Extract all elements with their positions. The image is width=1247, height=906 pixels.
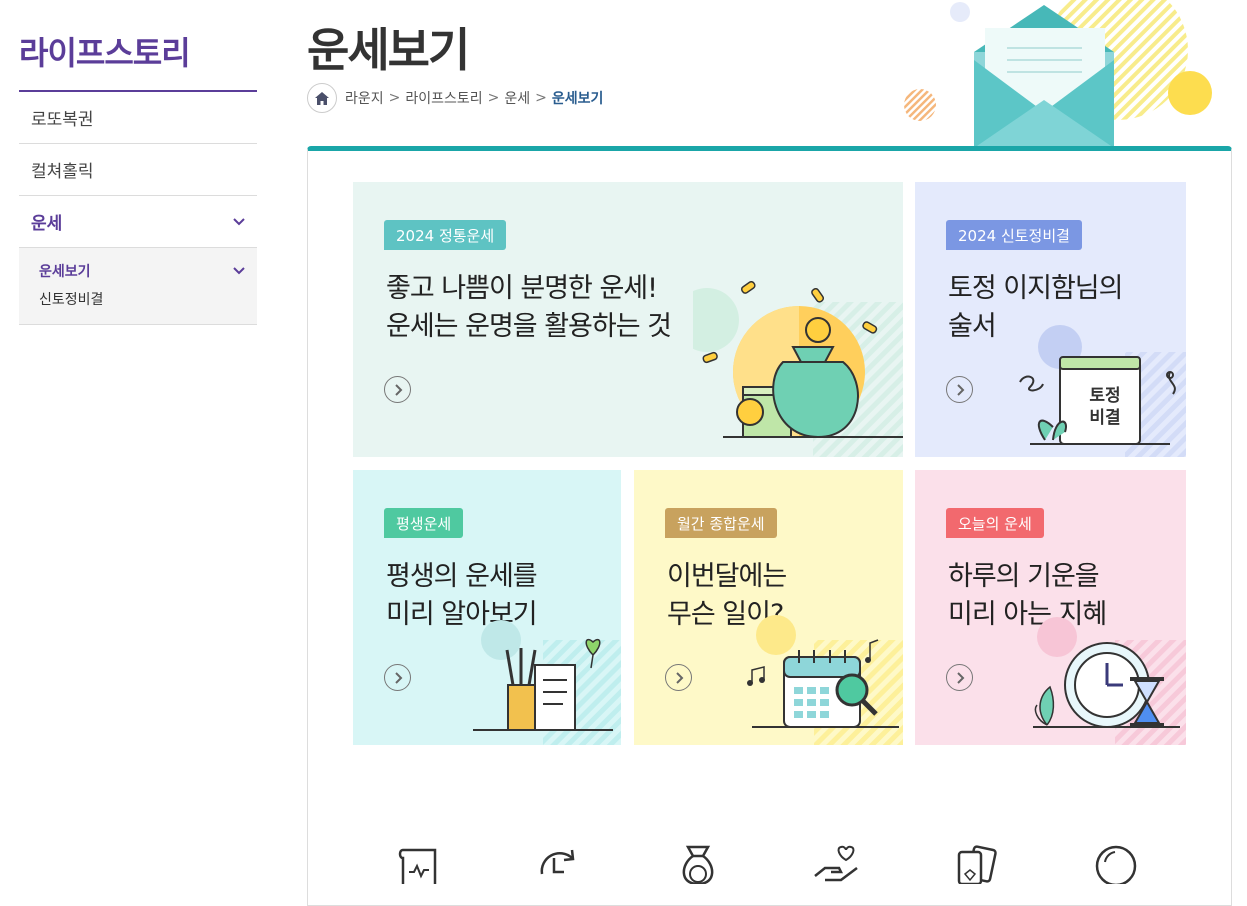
book-label-line: 비결 [1089, 408, 1121, 428]
breadcrumb-separator: > [487, 90, 500, 106]
breadcrumb-separator: > [388, 90, 401, 106]
submenu-item-fortune-view[interactable]: 운세보기 [39, 260, 245, 282]
card-line: 평생의 운세를 [386, 561, 538, 592]
card-line: 하루의 기운을 [948, 561, 1100, 592]
card-line: 좋고 나쁨이 분명한 운세! [386, 273, 658, 304]
chevron-down-icon [233, 265, 245, 277]
card-line: 이번달에는 [667, 561, 787, 592]
breadcrumb-current: 운세보기 [551, 91, 604, 107]
scroll-icon[interactable] [395, 844, 445, 884]
sidebar-submenu: 운세보기 신토정비결 [19, 248, 257, 325]
chevron-down-icon [233, 216, 245, 228]
card-traditional-fortune[interactable]: 2024 정통운세 좋고 나쁨이 분명한 운세! 운세는 운명을 활용하는 것 [353, 182, 903, 457]
submenu-item-tojeong[interactable]: 신토정비결 [39, 288, 245, 310]
sidebar-title[interactable]: 라이프스토리 [19, 0, 257, 92]
book-label: 토정 비결 [1087, 385, 1123, 429]
arrow-right-icon[interactable] [384, 376, 411, 403]
card-daily-fortune[interactable]: 오늘의 운세 하루의 기운을 미리 아는 지혜 [915, 470, 1186, 745]
card-badge: 2024 정통운세 [384, 220, 507, 250]
arrow-right-icon[interactable] [946, 664, 973, 691]
card-lifetime-fortune[interactable]: 평생운세 평생의 운세를 미리 알아보기 [353, 470, 621, 745]
heart-hand-icon[interactable] [811, 844, 861, 884]
breadcrumb-item[interactable]: 라이프스토리 [405, 88, 482, 108]
card-tojeong-fortune[interactable]: 2024 신토정비결 토정 이지함님의 술서 토정 비결 [915, 182, 1186, 457]
card-badge: 2024 신토정비결 [946, 220, 1082, 250]
sidebar-item-label: 로또복권 [31, 110, 94, 130]
sidebar: 라이프스토리 로또복권 컬쳐홀릭 운세 운세보기 신토정비결 [19, 0, 257, 325]
arrow-right-icon[interactable] [384, 664, 411, 691]
card-description: 좋고 나쁨이 분명한 운세! 운세는 운명을 활용하는 것 [386, 270, 672, 346]
sidebar-item-label: 컬쳐홀릭 [31, 162, 94, 182]
book-label-line: 토정 [1089, 386, 1121, 406]
crystal-ball-icon[interactable] [1091, 844, 1141, 884]
arrow-right-icon[interactable] [946, 376, 973, 403]
submenu-item-label: 운세보기 [39, 264, 91, 280]
pencil-cup-illustration [473, 620, 621, 745]
page-title: 운세보기 [307, 23, 470, 77]
card-line: 토정 이지함님의 [948, 273, 1123, 304]
refresh-icon[interactable] [532, 844, 582, 884]
clock-hourglass-illustration [1033, 617, 1186, 745]
breadcrumb-separator: > [535, 90, 547, 106]
calendar-illustration [747, 615, 903, 745]
breadcrumb: 라운지 > 라이프스토리 > 운세 > 운세보기 [307, 83, 603, 113]
money-bag-illustration [693, 280, 903, 457]
tarot-card-icon[interactable] [951, 844, 1001, 884]
card-badge: 오늘의 운세 [946, 508, 1044, 538]
breadcrumb-item[interactable]: 운세 [504, 88, 530, 108]
card-monthly-fortune[interactable]: 월간 종합운세 이번달에는 무슨 일이? [634, 470, 903, 745]
home-icon[interactable] [307, 83, 337, 113]
fortune-icon-row [307, 840, 1232, 884]
arrow-right-icon[interactable] [665, 664, 692, 691]
money-bag-icon[interactable] [673, 844, 723, 884]
card-badge: 평생운세 [384, 508, 464, 538]
sidebar-item-culture[interactable]: 컬쳐홀릭 [19, 144, 257, 196]
card-badge: 월간 종합운세 [665, 508, 777, 538]
sidebar-item-label: 운세 [31, 214, 63, 234]
submenu-item-label: 신토정비결 [39, 292, 104, 308]
card-line: 운세는 운명을 활용하는 것 [386, 311, 672, 342]
sidebar-item-fortune[interactable]: 운세 [19, 196, 257, 248]
sidebar-item-lotto[interactable]: 로또복권 [19, 92, 257, 144]
envelope-illustration [904, 0, 1212, 148]
breadcrumb-item[interactable]: 라운지 [345, 88, 384, 108]
